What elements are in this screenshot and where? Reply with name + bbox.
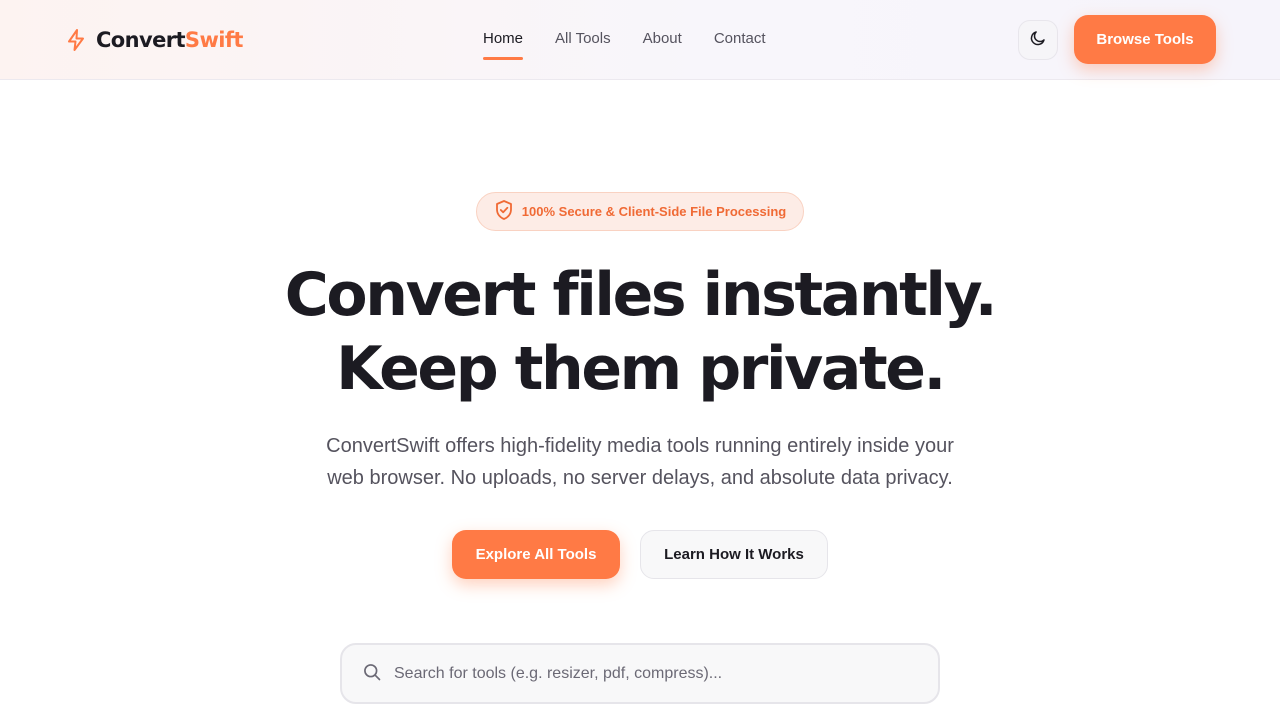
- nav-item-about[interactable]: About: [643, 30, 682, 52]
- theme-toggle-button[interactable]: [1018, 20, 1058, 60]
- brand-name-accent: Swift: [184, 28, 244, 52]
- security-badge: 100% Secure & Client-Side File Processin…: [476, 192, 804, 231]
- bolt-icon: [65, 28, 87, 52]
- nav-item-contact[interactable]: Contact: [714, 30, 766, 52]
- learn-how-it-works-button[interactable]: Learn How It Works: [640, 530, 828, 579]
- hero-headline-line2: Keep them private.: [336, 334, 946, 404]
- explore-all-tools-button[interactable]: Explore All Tools: [452, 530, 620, 579]
- tool-search-box[interactable]: [340, 643, 940, 704]
- security-badge-text: 100% Secure & Client-Side File Processin…: [521, 204, 787, 219]
- hero-subtext: ConvertSwift offers high-fidelity media …: [300, 430, 980, 494]
- brand-name: ConvertSwift: [96, 28, 243, 52]
- hero-subtext-line1: ConvertSwift offers high-fidelity media …: [326, 435, 954, 457]
- hero-subtext-line2: web browser. No uploads, no server delay…: [327, 467, 953, 489]
- brand-logo[interactable]: ConvertSwift: [65, 26, 243, 54]
- hero-headline: Convert files instantly. Keep them priva…: [0, 258, 1280, 406]
- hero-headline-line1: Convert files instantly.: [284, 260, 998, 330]
- browse-tools-button[interactable]: Browse Tools: [1074, 15, 1216, 64]
- search-icon: [362, 662, 382, 686]
- nav-item-home[interactable]: Home: [483, 30, 524, 60]
- shield-check-icon: [494, 199, 514, 225]
- brand-name-primary: Convert: [96, 28, 186, 52]
- moon-icon: [1029, 29, 1047, 51]
- top-header: ConvertSwift Home All Tools About Contac…: [0, 0, 1280, 80]
- nav-item-all-tools[interactable]: All Tools: [555, 30, 611, 52]
- search-input[interactable]: [394, 664, 914, 683]
- main-nav: Home All Tools About Contact: [483, 30, 766, 60]
